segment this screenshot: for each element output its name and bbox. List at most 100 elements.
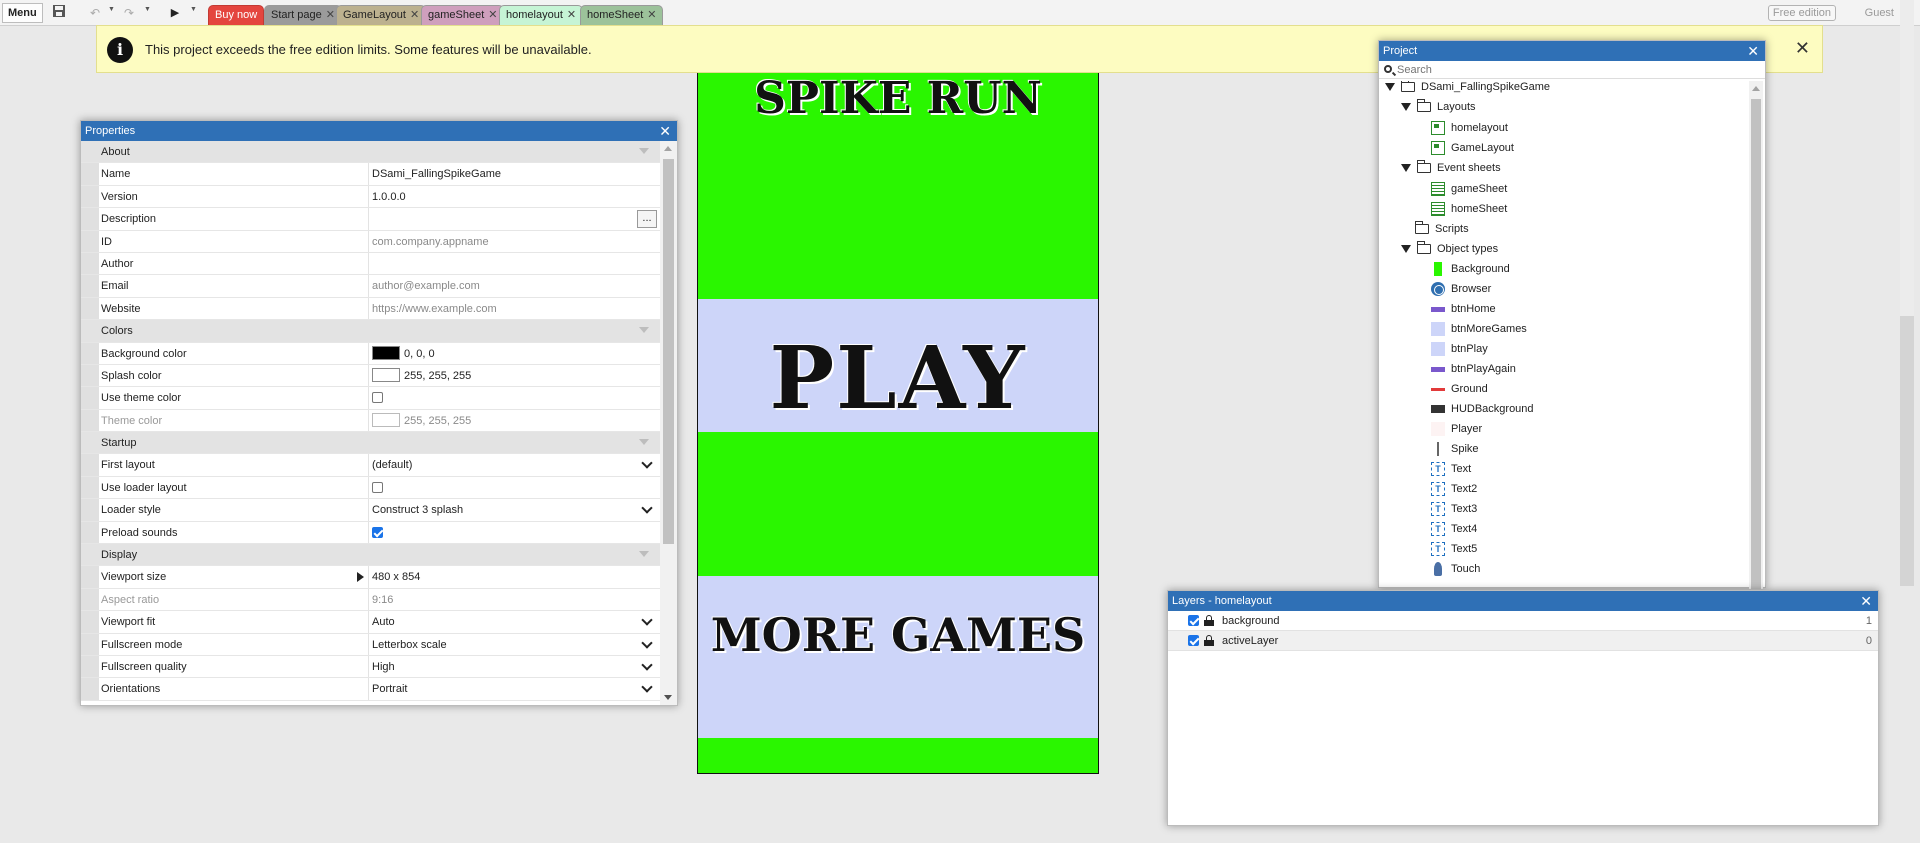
preload-sounds-checkbox[interactable] [372,526,383,538]
tree-layouts-folder[interactable]: Layouts [1401,97,1476,117]
scroll-down-icon[interactable] [664,695,672,700]
prop-author[interactable]: Author [81,252,677,276]
close-icon[interactable]: ✕ [647,9,656,21]
tree-item-homelayout[interactable]: homelayout [1431,118,1508,138]
scroll-up-icon[interactable] [1752,86,1760,91]
free-edition-badge[interactable]: Free edition [1767,5,1836,21]
search-input[interactable] [1397,62,1757,78]
tree-object-hudbackground[interactable]: HUDBackground [1431,399,1534,419]
prop-orientations[interactable]: Orientations Portrait [81,678,677,701]
tree-item-gamesheet[interactable]: gameSheet [1431,179,1507,199]
fullscreen-quality-select[interactable]: High [372,661,662,673]
tree-object-background[interactable]: Background [1431,259,1510,279]
tree-object-spike[interactable]: Spike [1431,439,1479,459]
close-icon[interactable]: ✕ [1860,591,1872,611]
expand-icon[interactable] [1401,245,1411,254]
prop-fullscreen-mode[interactable]: Fullscreen mode Letterbox scale [81,633,677,656]
tree-object-ground[interactable]: Ground [1431,379,1488,399]
tree-object-text3[interactable]: T Text3 [1431,499,1477,519]
scroll-up-icon[interactable] [664,146,672,151]
use-theme-checkbox[interactable] [372,392,383,404]
section-colors[interactable]: Colors [81,320,677,343]
tab-start-page[interactable]: Start page ✕ [264,5,342,25]
background-color-field[interactable]: 0, 0, 0 [372,345,662,360]
workspace-scrollbar[interactable] [1900,0,1914,586]
expand-icon[interactable] [1401,103,1411,112]
lock-icon[interactable] [1204,635,1214,646]
fullscreen-mode-select[interactable]: Letterbox scale [372,639,662,651]
first-layout-select[interactable]: (default) [372,459,662,471]
section-about[interactable]: About [81,141,677,164]
undo-dropdown-icon[interactable]: ▼ [108,6,115,13]
menu-button[interactable]: Menu [2,3,43,23]
preview-play-icon[interactable]: ▶ [166,4,184,22]
tree-item-gamelayout[interactable]: GameLayout [1431,138,1514,158]
prop-use-loader-layout[interactable]: Use loader layout [81,476,677,500]
layout-canvas[interactable]: SPIKE RUN PLAY MORE GAMES [697,73,1099,774]
prop-first-layout[interactable]: First layout (default) [81,454,677,477]
prop-fullscreen-quality[interactable]: Fullscreen quality High [81,655,677,679]
tree-object-browser[interactable]: Browser [1431,279,1491,299]
tree-root[interactable]: DSami_FallingSpikeGame [1385,81,1550,97]
prop-viewport-fit[interactable]: Viewport fit Auto [81,611,677,634]
properties-scrollbar[interactable] [660,141,677,705]
expand-icon[interactable] [1401,164,1411,173]
prop-viewport-size[interactable]: Viewport size 480 x 854 [81,566,677,589]
id-field[interactable]: com.company.appname [372,236,662,248]
scroll-thumb[interactable] [663,159,674,544]
banner-close-icon[interactable]: ✕ [1795,38,1810,59]
section-display[interactable]: Display [81,544,677,567]
name-field[interactable]: DSami_FallingSpikeGame [372,168,662,180]
prop-version[interactable]: Version 1.0.0.0 [81,185,677,209]
collapse-icon[interactable] [639,551,649,558]
prop-description[interactable]: Description... [81,208,677,231]
close-icon[interactable]: ✕ [659,121,671,141]
tree-object-btnplayagain[interactable]: btnPlayAgain [1431,359,1516,379]
color-swatch[interactable] [372,368,400,382]
use-loader-checkbox[interactable] [372,481,383,493]
more-games-text[interactable]: MORE GAMES [698,608,1098,662]
prop-use-theme-color[interactable]: Use theme color [81,387,677,410]
tab-homelayout[interactable]: homelayout ✕ [499,5,584,25]
viewport-fit-select[interactable]: Auto [372,616,662,628]
tree-object-text2[interactable]: T Text2 [1431,479,1477,499]
email-field[interactable]: author@example.com [372,280,662,292]
undo-icon[interactable]: ↶ [86,4,104,22]
expand-arrow-icon[interactable] [357,572,364,583]
prop-preload-sounds[interactable]: Preload sounds [81,521,677,545]
collapse-icon[interactable] [639,148,649,154]
prop-loader-style[interactable]: Loader style Construct 3 splash [81,499,677,522]
close-icon[interactable]: ✕ [488,9,497,21]
tab-gamesheet[interactable]: gameSheet ✕ [421,5,505,25]
redo-icon[interactable]: ↷ [120,4,138,22]
buy-now-button[interactable]: Buy now [208,5,265,25]
tree-item-homesheet[interactable]: homeSheet [1431,199,1507,219]
project-scrollbar[interactable] [1749,81,1763,589]
tab-gamelayout[interactable]: GameLayout ✕ [336,5,427,25]
play-text[interactable]: PLAY [698,328,1098,429]
website-field[interactable]: https://www.example.com [372,303,662,315]
tree-object-text4[interactable]: T Text4 [1431,519,1477,539]
viewport-size-field[interactable]: 480 x 854 [372,571,662,583]
title-text[interactable]: SPIKE RUN [698,73,1098,124]
tree-object-btnmoregames[interactable]: btnMoreGames [1431,319,1527,339]
layer-visible-checkbox[interactable] [1188,615,1199,626]
close-icon[interactable]: ✕ [410,9,419,21]
description-edit-button[interactable]: ... [637,210,657,229]
close-icon[interactable]: ✕ [567,9,576,21]
layer-row-background[interactable]: background 1 [1168,611,1878,631]
tab-homesheet[interactable]: homeSheet ✕ [580,5,664,25]
prop-name[interactable]: Name DSami_FallingSpikeGame [81,163,677,186]
tree-object-text[interactable]: T Text [1431,459,1471,479]
save-icon[interactable] [50,4,68,22]
preview-dropdown-icon[interactable]: ▼ [190,6,197,13]
orientations-select[interactable]: Portrait [372,683,662,695]
section-startup[interactable]: Startup [81,432,677,455]
tree-object-btnplay[interactable]: btnPlay [1431,339,1488,359]
tree-object-types-folder[interactable]: Object types [1401,239,1498,259]
tree-scripts-folder[interactable]: Scripts [1414,219,1469,239]
close-icon[interactable]: ✕ [1747,41,1759,61]
lock-icon[interactable] [1204,615,1214,626]
tree-object-player[interactable]: Player [1431,419,1482,439]
layer-visible-checkbox[interactable] [1188,635,1199,646]
